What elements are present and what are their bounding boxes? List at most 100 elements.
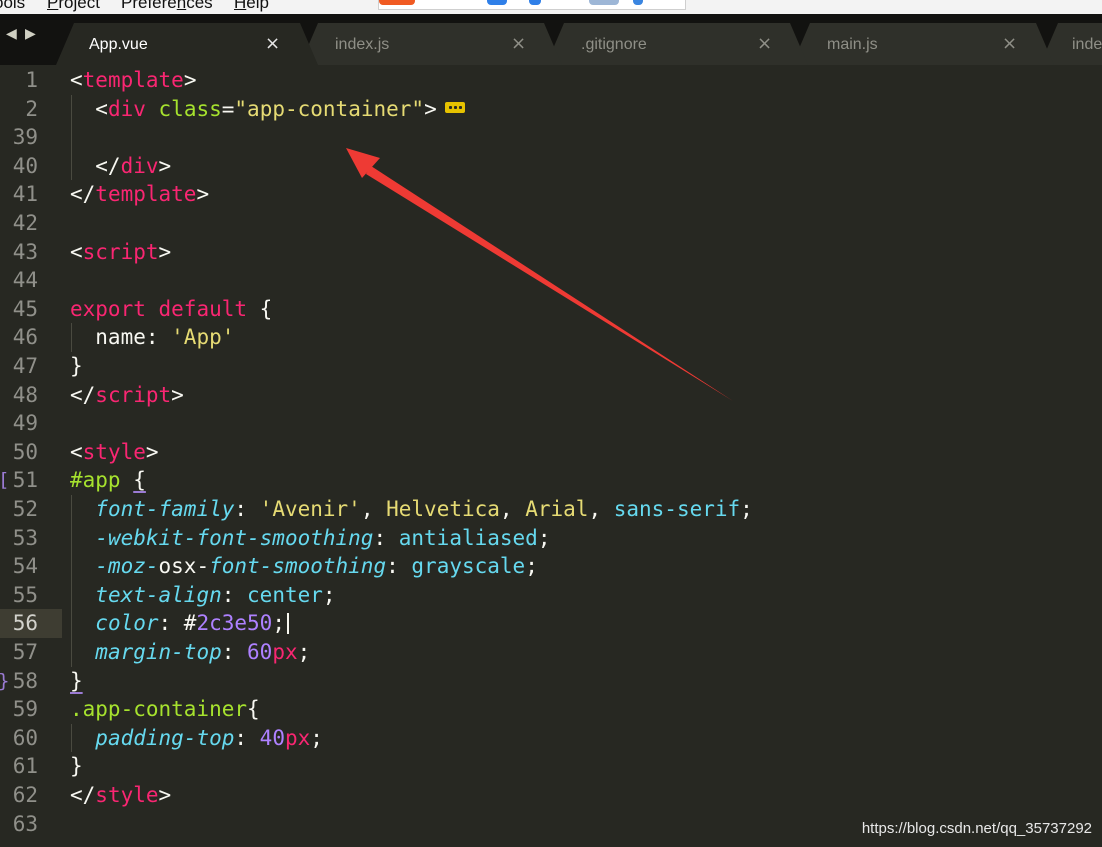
tab-back-icon[interactable]: ◀ <box>6 26 17 42</box>
line-number: 53 <box>12 525 38 550</box>
code-text: } <box>70 752 83 781</box>
tab-gitignore[interactable]: .gitignore × <box>546 23 808 65</box>
code-token: { <box>133 468 146 493</box>
code-line[interactable]: 55 text-align: center; <box>0 580 1102 610</box>
code-line[interactable]: 57 margin-top: 60px; <box>0 638 1102 667</box>
menu-project[interactable]: Project <box>47 0 100 13</box>
code-token: default <box>158 296 248 321</box>
code-line[interactable]: 40 </div> <box>0 151 1102 181</box>
code-token: div <box>107 96 146 121</box>
code-text: padding-top: 40px; <box>70 724 323 753</box>
code-line[interactable]: 39 <box>0 123 1102 152</box>
code-line[interactable]: 44 <box>0 266 1102 295</box>
folded-region-icon[interactable] <box>444 102 465 114</box>
code-token: class <box>158 96 222 121</box>
code-token: -webkit-font-smoothing <box>95 525 374 550</box>
line-number: 60 <box>12 725 38 750</box>
tab-index-js[interactable]: index.js × <box>300 23 562 65</box>
blue-app-icon[interactable] <box>487 0 507 5</box>
line-number: 62 <box>12 783 38 807</box>
tab-app-vue[interactable]: App.vue × <box>56 23 318 65</box>
code-token: padding-top <box>95 725 235 750</box>
text-cursor <box>286 613 289 635</box>
tab-main-js[interactable]: main.js × <box>792 23 1054 65</box>
code-line[interactable]: 1 <template> <box>0 66 1102 95</box>
code-token: 40 <box>259 725 285 750</box>
code-editor[interactable]: 1 <template> 2 <div class="app-container">… <box>0 65 1102 847</box>
close-icon[interactable]: × <box>265 33 280 54</box>
line-number: 61 <box>12 754 38 779</box>
code-line[interactable]: 58}} <box>0 667 1102 696</box>
menu-preferences-mnemonic: n <box>176 0 187 12</box>
line-number: 2 <box>25 96 38 121</box>
code-line[interactable]: 42 <box>0 209 1102 238</box>
code-line[interactable]: 59 .app-container{ <box>0 695 1102 724</box>
line-number: 50 <box>12 439 38 464</box>
bracket-match-marker: [ <box>0 466 9 495</box>
tab-label: index.js <box>335 36 390 53</box>
code-line[interactable]: 46 name: 'App' <box>0 323 1102 352</box>
code-line[interactable]: 54 -moz-osx-font-smoothing: grayscale; <box>0 552 1102 581</box>
code-line[interactable]: 52 font-family: 'Avenir', Helvetica, Ari… <box>0 495 1102 524</box>
code-line[interactable]: 62 </style> <box>0 781 1102 810</box>
menu-help[interactable]: Help <box>234 0 269 13</box>
code-token: : <box>234 725 260 750</box>
orange-app-icon[interactable] <box>379 0 415 5</box>
code-line[interactable]: 45 export default { <box>0 295 1102 324</box>
menu-help-rest: elp <box>246 0 269 12</box>
code-token: </ <box>70 182 96 207</box>
code-line[interactable]: 61} <box>0 752 1102 781</box>
code-token: > <box>171 382 184 407</box>
code-token: ; <box>272 611 285 636</box>
menu-preferences[interactable]: Preferences <box>121 0 213 13</box>
close-icon[interactable]: × <box>1002 33 1017 54</box>
code-token: > <box>158 783 172 807</box>
code-text: </div> <box>70 152 171 181</box>
code-token: : <box>373 525 399 550</box>
tab-forward-icon[interactable]: ▶ <box>25 26 36 42</box>
code-line[interactable]: 50 <style> <box>0 438 1102 467</box>
menu-tools[interactable]: ools <box>0 0 25 13</box>
extension-toolbar <box>378 0 686 10</box>
tab-label: .gitignore <box>581 36 647 53</box>
gray-tool-icon[interactable] <box>589 0 619 5</box>
blue-tool-icon[interactable] <box>529 0 541 5</box>
close-icon[interactable]: × <box>511 33 526 54</box>
line-number: 63 <box>12 811 38 836</box>
code-text: } <box>70 667 83 696</box>
code-line[interactable]: 49 <box>0 409 1102 438</box>
code-token: "app-container" <box>234 96 425 121</box>
code-line[interactable]: 60 padding-top: 40px; <box>0 723 1102 753</box>
code-line[interactable]: 47} <box>0 352 1102 381</box>
code-token: antialiased <box>398 525 538 550</box>
code-text: export default { <box>70 295 272 324</box>
watermark: https://blog.csdn.net/qq_35737292 <box>861 820 1092 837</box>
code-line[interactable]: 51[#app { <box>0 466 1102 495</box>
code-token: template <box>95 182 197 207</box>
line-number: 48 <box>12 382 38 407</box>
code-token: > <box>158 239 172 264</box>
code-token: color <box>95 611 159 636</box>
menu-preferences-pre: Prefere <box>121 0 177 12</box>
code-line[interactable]: 53 -webkit-font-smoothing: antialiased; <box>0 523 1102 553</box>
menu-bar: ools Project Preferences Help <box>0 0 1102 14</box>
code-token: style <box>95 783 159 807</box>
code-token: px <box>272 640 298 664</box>
code-token: < <box>70 239 83 264</box>
blue-bar-icon[interactable] <box>633 0 643 5</box>
close-icon[interactable]: × <box>757 33 772 54</box>
code-line[interactable]: 43 <script> <box>0 238 1102 267</box>
code-token: : <box>221 582 248 607</box>
code-text: -moz-osx-font-smoothing: grayscale; <box>70 552 538 581</box>
code-line[interactable]: 2 <div class="app-container"> <box>0 94 1102 124</box>
code-line[interactable]: 48 </script> <box>0 381 1102 410</box>
code-token: script <box>95 382 172 407</box>
code-line[interactable]: 41 </template> <box>0 180 1102 209</box>
code-line[interactable]: 56 color: #2c3e50; <box>0 609 1102 638</box>
code-token: ; <box>310 725 323 750</box>
code-text: color: #2c3e50; <box>70 609 285 638</box>
code-text: } <box>70 352 83 381</box>
